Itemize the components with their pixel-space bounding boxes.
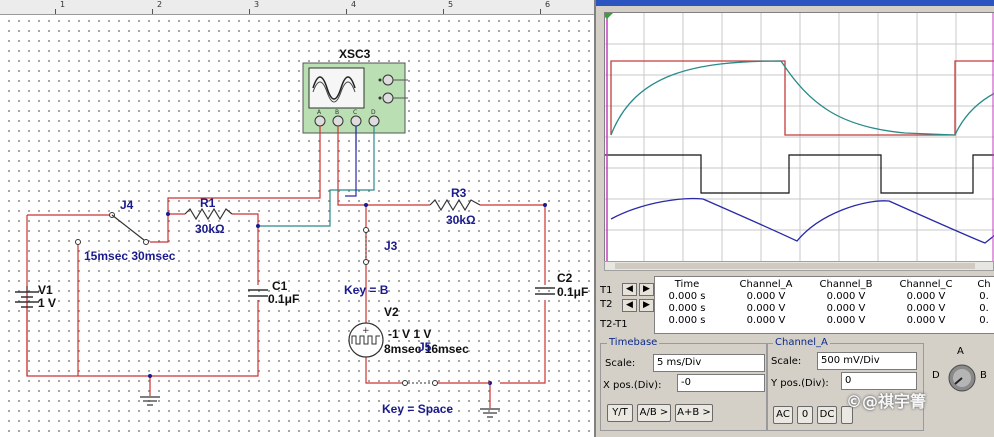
scope-titlebar (596, 0, 994, 6)
xpos-label: X pos.(Div): (603, 380, 662, 391)
timebase-scale-field[interactable]: 5 ms/Div (653, 354, 765, 372)
v1-name: V1 (38, 283, 53, 297)
yt-button[interactable]: Y/T (607, 404, 633, 422)
switch-j4[interactable] (75, 212, 149, 377)
row-label-t1: T1 (600, 285, 613, 296)
r3-value: 30kΩ (446, 213, 476, 227)
oscilloscope-panel: T1 T2 T2-T1 ◀ ▶ ◀ ▶ Time 0.000 s 0.000 s… (594, 0, 994, 437)
j3-key: Key = B (344, 283, 389, 297)
oscilloscope-xsc3[interactable] (302, 62, 408, 134)
capacitor-c2[interactable] (535, 287, 555, 295)
ypos-label: Y pos.(Div): (771, 378, 829, 389)
scope-terminal-label: D (371, 109, 376, 116)
t2-right-arrow-icon[interactable]: ▶ (639, 299, 654, 312)
timebase-title: Timebase (607, 337, 660, 348)
channel-a-scale-label: Scale: (771, 356, 802, 367)
r3-name: R3 (451, 186, 467, 200)
resistor-r1[interactable] (184, 207, 233, 221)
c2-name: C2 (557, 271, 573, 285)
r1-name: R1 (200, 196, 216, 210)
scope-terminal-label: B (335, 109, 339, 116)
timebase-group: Timebase Scale: 5 ms/Div X pos.(Div): -0… (600, 337, 768, 431)
r1-value: 30kΩ (195, 222, 225, 236)
capacitor-c1[interactable] (248, 289, 268, 297)
resistor-r3[interactable] (429, 198, 481, 212)
row-label-t2: T2 (600, 299, 613, 310)
trace-channel-d (610, 197, 994, 244)
zero-button[interactable]: 0 (797, 406, 813, 424)
circuit-diagram: XSC3 A B C D R1 30kΩ R3 30kΩ J4 15msec 3… (15, 47, 588, 418)
pulse-source-v2[interactable]: + (348, 322, 384, 358)
xpos-field[interactable]: -0 (677, 374, 765, 392)
timebase-scale-label: Scale: (605, 358, 636, 369)
dc-button[interactable]: DC (817, 406, 837, 424)
j4-label: 15msec 30msec (84, 249, 176, 263)
a-plus-b-button[interactable]: A+B > (675, 404, 713, 422)
readings-column-time: Time 0.000 s 0.000 s 0.000 s (668, 279, 706, 326)
row-label-t2-t1: T2-T1 (600, 319, 628, 330)
t1-right-arrow-icon[interactable]: ▶ (639, 283, 654, 296)
trace-channel-a (610, 60, 994, 136)
channel-a-group: Channel_A Scale: 500 mV/Div Y pos.(Div):… (766, 337, 924, 431)
ac-button[interactable]: AC (773, 406, 793, 424)
switch-j5[interactable] (390, 380, 490, 386)
v2-value: -1 V 1 V (388, 327, 431, 341)
cursor-readings: T1 T2 T2-T1 ◀ ▶ ◀ ▶ Time 0.000 s 0.000 s… (598, 276, 994, 334)
channel-a-title: Channel_A (773, 337, 830, 348)
readings-column-channel-d: Ch 0. 0. 0. (977, 279, 991, 326)
channel-a-scale-field[interactable]: 500 mV/Div (817, 352, 917, 370)
j5-key: Key = Space (382, 402, 453, 416)
readings-column-channel-b: Channel_B 0.000 V 0.000 V 0.000 V (819, 279, 873, 326)
j4-name: J4 (120, 198, 134, 212)
knob-label-a: A (957, 346, 964, 357)
ab-button[interactable]: A/B > (637, 404, 671, 422)
t2-left-arrow-icon[interactable]: ◀ (622, 299, 637, 312)
v1-value: 1 V (38, 296, 56, 310)
trace-channel-b (610, 60, 994, 136)
svg-text:+: + (362, 326, 370, 336)
scope-horizontal-scrollbar[interactable] (604, 261, 994, 271)
c1-name: C1 (272, 279, 288, 293)
knob-label-b: B (980, 370, 987, 381)
readings-column-channel-a: Channel_A 0.000 V 0.000 V 0.000 V (739, 279, 793, 326)
t1-left-arrow-icon[interactable]: ◀ (622, 283, 637, 296)
c2-value: 0.1μF (557, 285, 588, 299)
scope-screen[interactable] (601, 12, 994, 262)
c1-value: 0.1μF (268, 292, 299, 306)
scope-traces (601, 13, 994, 261)
knob-label-d: D (932, 370, 940, 381)
wires-red (26, 126, 546, 408)
scope-terminal-label: C (353, 109, 357, 116)
readings-column-channel-c: Channel_C 0.000 V 0.000 V 0.000 V (899, 279, 953, 326)
oscilloscope-name: XSC3 (339, 47, 371, 61)
j3-name: J3 (384, 239, 398, 253)
watermark: ©@祺宇箐 (846, 392, 927, 411)
readings-table: Time 0.000 s 0.000 s 0.000 s Channel_A 0… (654, 276, 994, 334)
v2-name: V2 (384, 305, 399, 319)
schematic-canvas[interactable]: 1 2 3 4 5 6 XSC3 A B C D R1 30kΩ R3 30kΩ… (0, 0, 594, 437)
j5-name: J5 (418, 340, 432, 354)
channel-selector-knob[interactable]: A B D (932, 346, 987, 398)
